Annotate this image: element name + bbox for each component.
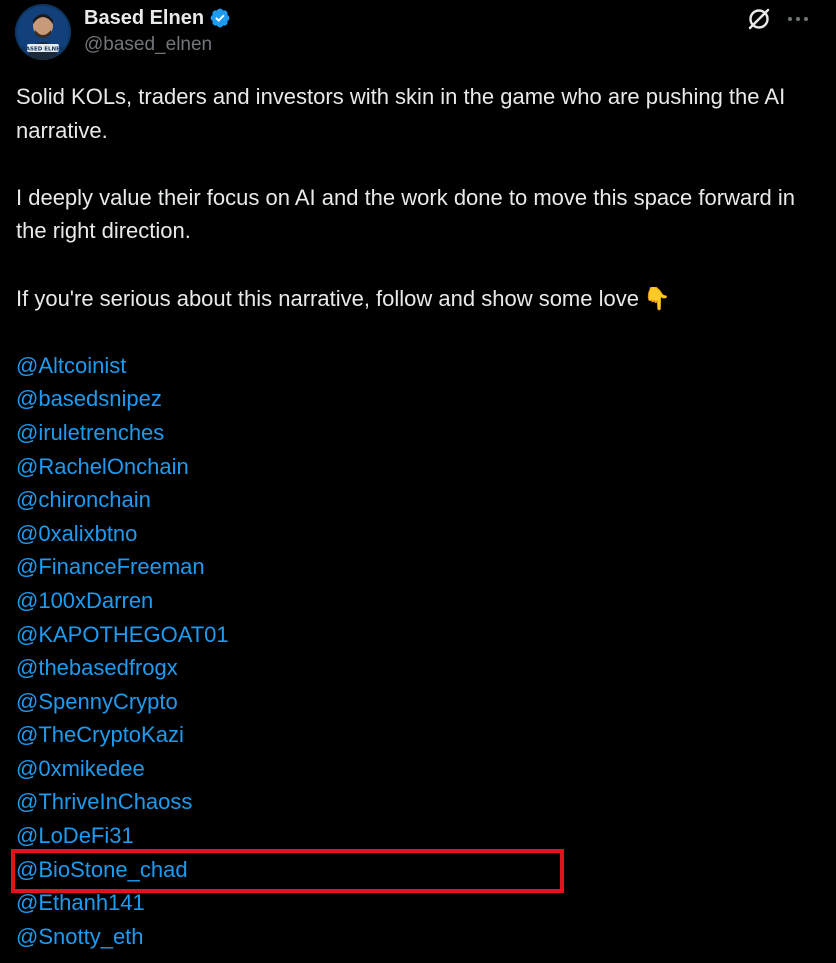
- author-handle[interactable]: @based_elnen: [84, 34, 212, 56]
- tweet-paragraph-1: Solid KOLs, traders and investors with s…: [16, 84, 786, 143]
- tweet: BASED ELNEN Based Elnen @based_elnen Sol…: [0, 0, 836, 963]
- verified-badge-icon: [209, 7, 231, 29]
- mention-list: @Altcoinist @basedsnipez @iruletrenches …: [16, 349, 816, 954]
- mention-link[interactable]: @basedsnipez: [16, 382, 816, 416]
- avatar-image: BASED ELNEN: [15, 4, 71, 60]
- more-options-button[interactable]: [783, 4, 813, 34]
- mention-link[interactable]: @RachelOnchain: [16, 450, 816, 484]
- tweet-paragraph-2: I deeply value their focus on AI and the…: [16, 184, 796, 244]
- mention-link[interactable]: @chironchain: [16, 483, 816, 517]
- mention-link[interactable]: @SpennyCrypto: [16, 685, 816, 719]
- mention-link[interactable]: @FinanceFreeman: [16, 550, 816, 584]
- author-name-row[interactable]: Based Elnen: [84, 5, 231, 31]
- tweet-paragraph-3-text: If you're serious about this narrative, …: [16, 285, 639, 311]
- mention-link[interactable]: @thebasedfrogx: [16, 651, 816, 685]
- tweet-paragraph-3: If you're serious about this narrative, …: [16, 282, 816, 316]
- mention-link[interactable]: @Snotty_eth: [16, 920, 816, 954]
- avatar-lettering: BASED ELNEN: [22, 47, 65, 53]
- mention-link[interactable]: @iruletrenches: [16, 416, 816, 450]
- author-avatar[interactable]: BASED ELNEN: [15, 4, 71, 60]
- grok-slash-circle-icon: [748, 8, 770, 30]
- mention-link[interactable]: @0xalixbtno: [16, 517, 816, 551]
- mention-link[interactable]: @TheCryptoKazi: [16, 718, 816, 752]
- more-dots-icon: [788, 17, 808, 21]
- mention-link[interactable]: @Altcoinist: [16, 349, 816, 383]
- grok-button[interactable]: [744, 4, 774, 34]
- mention-link[interactable]: @LoDeFi31: [16, 819, 816, 853]
- mention-link[interactable]: @0xmikedee: [16, 752, 816, 786]
- pointing-down-emoji-icon: 👇: [642, 285, 671, 311]
- mention-link[interactable]: @100xDarren: [16, 584, 816, 618]
- author-display-name[interactable]: Based Elnen: [84, 7, 204, 30]
- mention-link-highlighted[interactable]: @BioStone_chad: [16, 853, 816, 887]
- tweet-text: Solid KOLs, traders and investors with s…: [16, 80, 816, 953]
- mention-link[interactable]: @KAPOTHEGOAT01: [16, 618, 816, 652]
- mention-link[interactable]: @Ethanh141: [16, 886, 816, 920]
- mention-link[interactable]: @ThriveInChaoss: [16, 785, 816, 819]
